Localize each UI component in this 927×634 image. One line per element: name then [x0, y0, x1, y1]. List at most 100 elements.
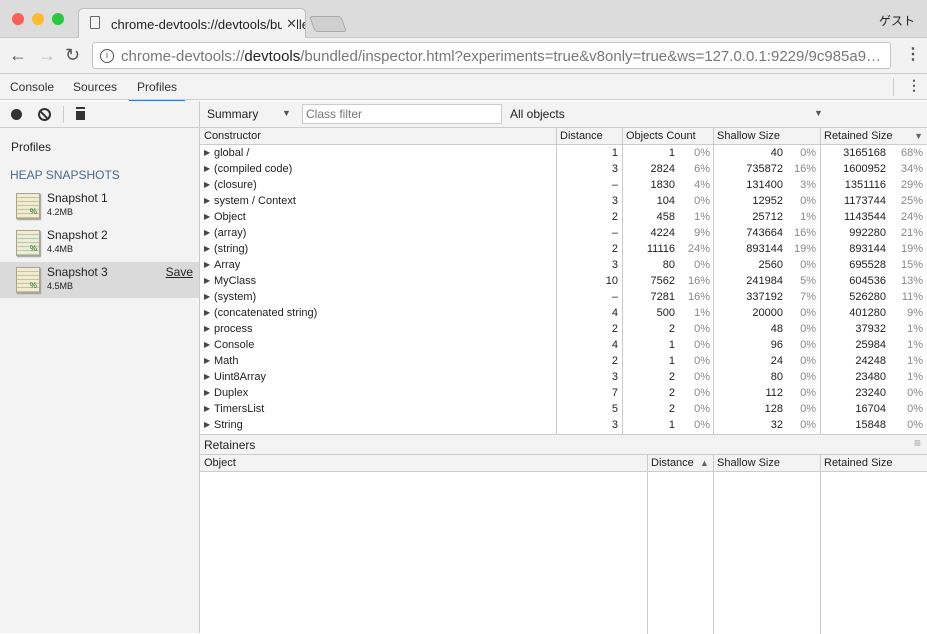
snapshot-item[interactable]: % Snapshot 3 4.5MB Save	[0, 262, 199, 298]
table-row[interactable]: ▶ Duplex 7 2 0% 112 0% 23240 0%	[200, 385, 927, 401]
distance: –	[611, 179, 618, 191]
sort-ascending-icon[interactable]: ▲	[700, 455, 709, 471]
shallow-size-percent: 0%	[800, 403, 816, 415]
column-header-2[interactable]: Shallow Size	[717, 455, 818, 471]
info-icon[interactable]: i	[100, 49, 114, 63]
expand-triangle-icon[interactable]: ▶	[204, 225, 210, 241]
sort-descending-icon[interactable]: ▼	[914, 128, 923, 144]
objects-count: 2	[668, 323, 675, 335]
table-row[interactable]: ▶ system / Context 3 104 0% 12952 0% 1173744 25%	[200, 193, 927, 209]
table-row[interactable]: ▶ (concatenated string) 4 500 1% 20000 0% 40128…	[200, 305, 927, 321]
retained-size-percent: 0%	[907, 419, 923, 431]
minimize-window-button[interactable]	[32, 13, 44, 25]
expand-triangle-icon[interactable]: ▶	[204, 289, 210, 305]
column-header-1[interactable]: Distance	[560, 128, 620, 144]
objects-select[interactable]: All objects	[510, 107, 565, 121]
expand-triangle-icon[interactable]: ▶	[204, 353, 210, 369]
browser-menu-icon[interactable]: ⋮	[905, 44, 921, 64]
objects-count-percent: 0%	[694, 403, 710, 415]
table-row[interactable]: ▶ (array) – 4224 9% 743664 16% 992280 21%	[200, 225, 927, 241]
table-row[interactable]: ▶ String 3 1 0% 32 0% 15848 0%	[200, 417, 927, 433]
drag-handle-icon[interactable]: ≡	[914, 436, 921, 450]
table-row[interactable]: ▶ process 2 2 0% 48 0% 37932 1%	[200, 321, 927, 337]
expand-triangle-icon[interactable]: ▶	[204, 177, 210, 193]
expand-triangle-icon[interactable]: ▶	[204, 385, 210, 401]
close-tab-icon[interactable]: ✕	[282, 16, 297, 32]
constructor-name: (concatenated string)	[214, 307, 318, 319]
chevron-down-icon[interactable]: ▼	[282, 108, 291, 118]
column-header-0[interactable]: Constructor	[204, 128, 554, 144]
retained-size-percent: 34%	[900, 163, 923, 175]
maximize-window-button[interactable]	[52, 13, 64, 25]
summary-grid: Constructor Distance Objects Count Shallow …	[200, 128, 927, 434]
back-icon[interactable]: ←	[9, 45, 27, 66]
tab-sources[interactable]: Sources	[73, 80, 117, 94]
distance: 2	[611, 243, 618, 255]
devtools-menu-icon[interactable]: ⋮	[907, 77, 921, 94]
column-divider	[820, 455, 821, 634]
objects-count-percent: 1%	[694, 307, 710, 319]
new-tab-button[interactable]	[309, 16, 347, 32]
snapshot-item[interactable]: % Snapshot 1 4.2MB	[0, 188, 199, 224]
snapshot-icon: %	[16, 267, 40, 293]
retained-size: 604536	[849, 275, 886, 287]
expand-triangle-icon[interactable]: ▶	[204, 417, 210, 433]
column-header-4[interactable]: Retained Size	[824, 128, 925, 144]
column-header-2[interactable]: Objects Count	[626, 128, 711, 144]
document-icon	[90, 16, 100, 29]
column-header-0[interactable]: Object	[204, 455, 645, 471]
chevron-down-icon[interactable]: ▼	[814, 108, 823, 118]
reload-icon[interactable]: ↻	[65, 45, 80, 66]
address-bar[interactable]: i chrome-devtools://devtools/bundled/ins…	[92, 42, 891, 69]
column-divider	[713, 455, 714, 634]
class-filter-input[interactable]	[302, 104, 502, 124]
table-row[interactable]: ▶ Array 3 80 0% 2560 0% 695528 15%	[200, 257, 927, 273]
expand-triangle-icon[interactable]: ▶	[204, 337, 210, 353]
table-row[interactable]: ▶ Object 2 458 1% 25712 1% 1143544 24%	[200, 209, 927, 225]
view-select[interactable]: Summary	[207, 107, 258, 121]
profile-label[interactable]: ゲスト	[879, 12, 915, 29]
record-icon[interactable]	[11, 109, 22, 120]
forward-icon[interactable]: →	[38, 45, 56, 66]
retained-size-percent: 11%	[901, 291, 923, 303]
trash-icon[interactable]	[76, 109, 85, 120]
close-window-button[interactable]	[12, 13, 24, 25]
table-row[interactable]: ▶ (string) 2 11116 24% 893144 19% 893144 19%	[200, 241, 927, 257]
expand-triangle-icon[interactable]: ▶	[204, 369, 210, 385]
expand-triangle-icon[interactable]: ▶	[204, 145, 210, 161]
tab-profiles[interactable]: Profiles	[129, 80, 186, 102]
table-row[interactable]: ▶ (compiled code) 3 2824 6% 735872 16% 1600952 3…	[200, 161, 927, 177]
expand-triangle-icon[interactable]: ▶	[204, 241, 210, 257]
expand-triangle-icon[interactable]: ▶	[204, 273, 210, 289]
expand-triangle-icon[interactable]: ▶	[204, 161, 210, 177]
save-link[interactable]: Save	[166, 265, 193, 279]
distance: 7	[611, 387, 618, 399]
expand-triangle-icon[interactable]: ▶	[204, 193, 210, 209]
table-row[interactable]: ▶ MyClass 10 7562 16% 241984 5% 604536 13%	[200, 273, 927, 289]
table-row[interactable]: ▶ TimersList 5 2 0% 128 0% 16704 0%	[200, 401, 927, 417]
column-header-3[interactable]: Shallow Size	[717, 128, 818, 144]
distance: 3	[611, 419, 618, 431]
snapshot-item[interactable]: % Snapshot 2 4.4MB	[0, 225, 199, 261]
tab-console[interactable]: Console	[10, 80, 54, 94]
column-divider	[647, 455, 648, 634]
table-row[interactable]: ▶ Math 2 1 0% 24 0% 24248 1%	[200, 353, 927, 369]
table-row[interactable]: ▶ Uint8Array 3 2 0% 80 0% 23480 1%	[200, 369, 927, 385]
shallow-size-percent: 0%	[800, 147, 816, 159]
distance: 2	[611, 355, 618, 367]
expand-triangle-icon[interactable]: ▶	[204, 401, 210, 417]
expand-triangle-icon[interactable]: ▶	[204, 305, 210, 321]
expand-triangle-icon[interactable]: ▶	[204, 257, 210, 273]
column-header-3[interactable]: Retained Size	[824, 455, 925, 471]
expand-triangle-icon[interactable]: ▶	[204, 209, 210, 225]
browser-tab[interactable]: chrome-devtools://devtools/bundled/inspe…	[78, 8, 306, 39]
snapshot-name: Snapshot 3	[47, 265, 108, 279]
constructor-name: (system)	[214, 291, 257, 303]
table-row[interactable]: ▶ (system) – 7281 16% 337192 7% 526280 11%	[200, 289, 927, 305]
constructor-name: global /	[214, 147, 250, 159]
clear-icon[interactable]	[38, 108, 51, 121]
table-row[interactable]: ▶ Console 4 1 0% 96 0% 25984 1%	[200, 337, 927, 353]
expand-triangle-icon[interactable]: ▶	[204, 321, 210, 337]
table-row[interactable]: ▶ (closure) – 1830 4% 131400 3% 1351116 29%	[200, 177, 927, 193]
table-row[interactable]: ▶ global / 1 1 0% 40 0% 3165168 68%	[200, 145, 927, 161]
